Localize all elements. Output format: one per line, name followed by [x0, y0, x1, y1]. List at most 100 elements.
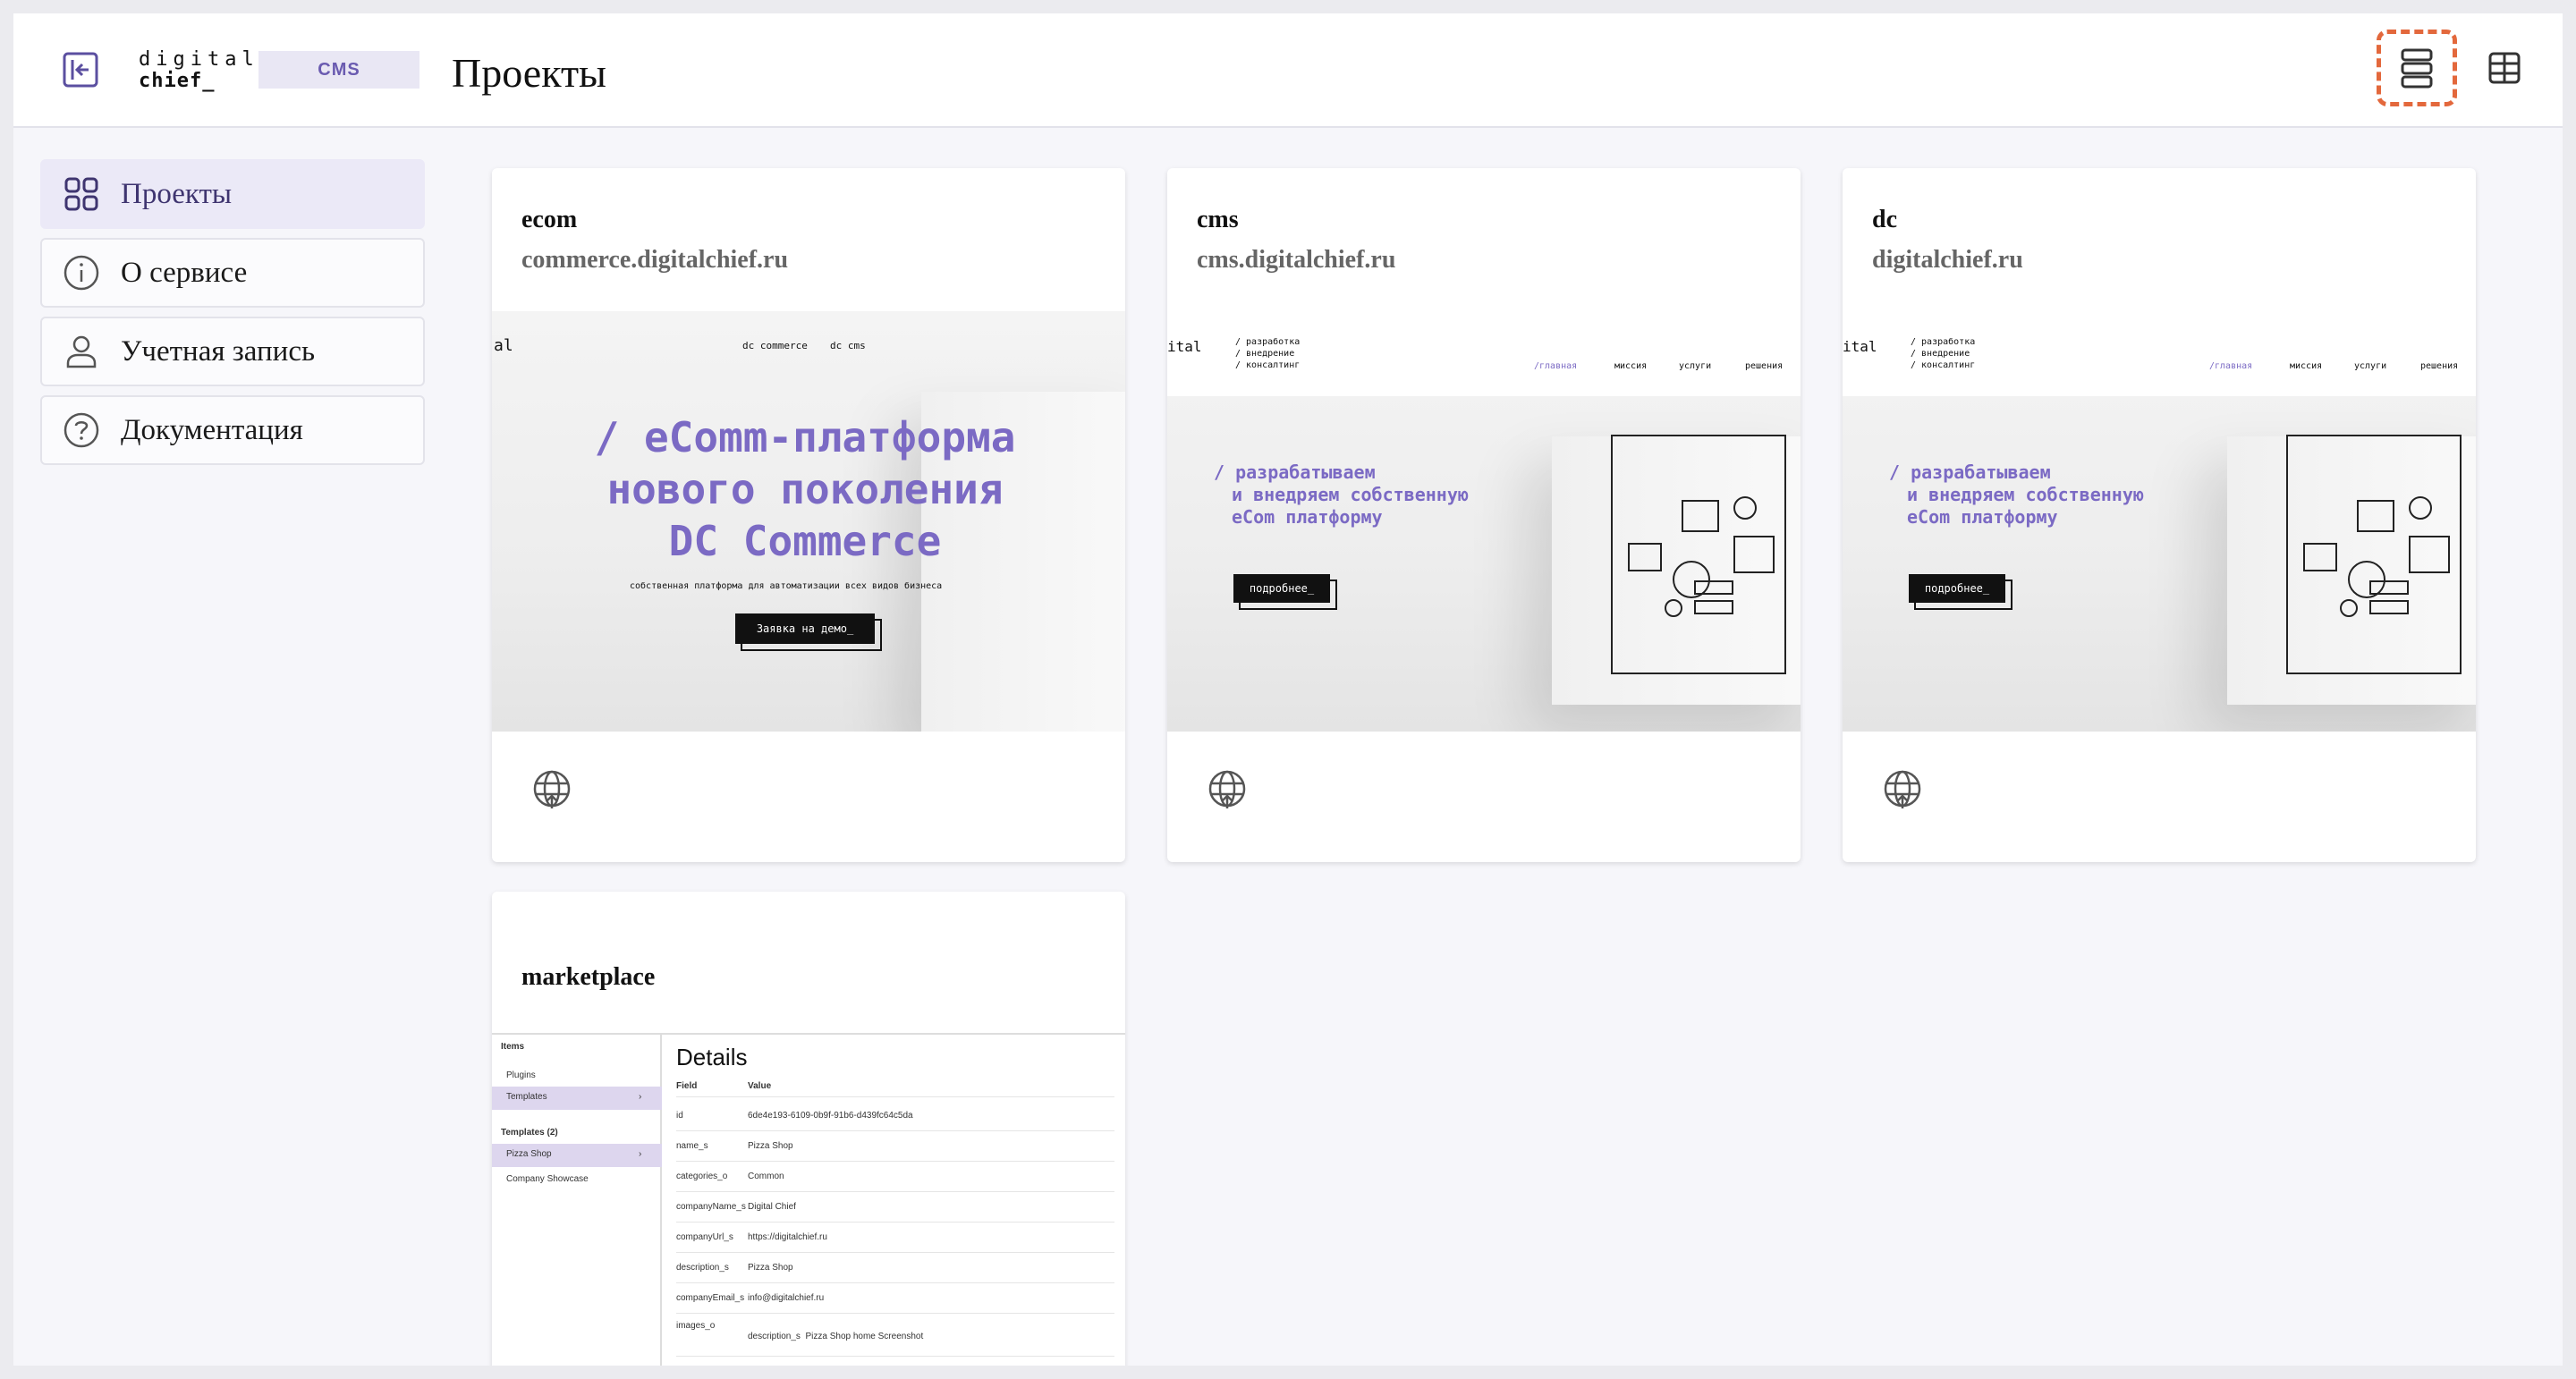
preview-tagline: / разработка / внедрение / консалтинг: [1911, 336, 1975, 371]
globe-icon[interactable]: [530, 767, 573, 810]
preview-headline-line: DC Commerce: [668, 517, 942, 565]
row-value: 6de4e193-6109-0b9f-91b6-d439fc64c5da: [748, 1111, 913, 1121]
preview-menu-item: миссия: [1614, 361, 1648, 371]
preview-tagline-line: / разработка: [1235, 337, 1301, 347]
preview-headline-line: / разрабатываем: [1214, 461, 1376, 483]
table-row: name_s Pizza Shop: [676, 1131, 1114, 1162]
row-key: name_s: [676, 1141, 708, 1151]
preview-menu-item: услуги: [2354, 361, 2387, 371]
logo-line1: digital: [139, 48, 259, 71]
row-key: categories_o: [676, 1172, 728, 1181]
table-row: companyName_s Digital Chief: [676, 1192, 1114, 1222]
preview-illustration: [2286, 435, 2462, 674]
row-value: info@digitalchief.ru: [748, 1293, 825, 1303]
project-preview: al dc commerce dc cms / eComm-платформа …: [492, 311, 1125, 732]
preview-menu-item: решения: [1745, 361, 1784, 371]
preview-headline-line: / разрабатываем: [1889, 461, 2051, 483]
nested-key: description_s: [748, 1332, 801, 1341]
sidebar: Проекты О сервисе Учетная запись Докумен…: [40, 159, 425, 474]
preview-menu-item: dc commerce: [742, 340, 808, 351]
row-value: Digital Chief: [748, 1202, 796, 1212]
preview-templates-title: Templates (2): [501, 1128, 558, 1138]
grid-icon: [62, 174, 101, 214]
project-preview: ital / разработка / внедрение / консалти…: [1843, 311, 2476, 732]
project-name: cms: [1197, 206, 1239, 233]
row-value: Pizza Shop: [748, 1141, 793, 1151]
sidebar-item-label: Учетная запись: [121, 334, 316, 368]
preview-headline-line: нового поколения: [606, 465, 1004, 513]
preview-table-header: Field Value: [676, 1076, 1114, 1097]
project-name: marketplace: [521, 963, 656, 991]
preview-tagline-line: / консалтинг: [1235, 360, 1301, 370]
project-url[interactable]: digitalchief.ru: [1872, 246, 2023, 275]
cms-badge: CMS: [258, 51, 419, 89]
chevron-right-icon: ›: [639, 1149, 642, 1159]
globe-icon[interactable]: [1881, 767, 1924, 810]
preview-headline-line: eCom платформу: [1232, 506, 1383, 528]
table-row: companyUrl_s https://digitalchief.ru: [676, 1222, 1114, 1253]
preview-logo: ital: [1167, 338, 1202, 355]
preview-sidebar: Items Plugins Templates › Templates (2) …: [492, 1035, 662, 1366]
row-key: id: [676, 1111, 683, 1121]
preview-template-item: Pizza Shop: [506, 1149, 552, 1159]
preview-logo: ital: [1843, 338, 1877, 355]
nested-value: Pizza Shop home Screenshot: [805, 1332, 924, 1341]
preview-more-button: подробнее_: [1233, 574, 1337, 610]
row-value: Common: [748, 1172, 784, 1181]
preview-side-item: Templates: [506, 1092, 547, 1102]
help-icon: [62, 410, 101, 450]
row-key: description_s: [676, 1263, 729, 1273]
sidebar-item-account[interactable]: Учетная запись: [40, 317, 425, 386]
grid-view-icon: [2488, 52, 2521, 84]
row-key: companyName_s: [676, 1202, 746, 1212]
sidebar-item-label: Проекты: [121, 177, 233, 210]
collapse-sidebar-icon[interactable]: [60, 49, 101, 90]
globe-icon[interactable]: [1206, 767, 1249, 810]
sidebar-item-label: О сервисе: [121, 256, 248, 289]
sidebar-item-label: Документация: [121, 413, 303, 446]
project-card-marketplace[interactable]: marketplace Items Plugins Templates › Te…: [492, 892, 1125, 1366]
preview-subtitle: собственная платформа для автоматизации …: [630, 581, 943, 591]
preview-headline: / eComm-платформа нового поколения DC Co…: [528, 411, 1082, 567]
project-card-cms[interactable]: cms cms.digitalchief.ru ital / разработк…: [1167, 168, 1801, 862]
row-key: images_o: [676, 1321, 716, 1331]
chevron-right-icon: ›: [639, 1092, 642, 1102]
project-url[interactable]: cms.digitalchief.ru: [1197, 246, 1395, 275]
preview-menu-item: dc cms: [830, 340, 866, 351]
sidebar-item-projects[interactable]: Проекты: [40, 159, 425, 229]
table-row: images_o description_s Pizza Shop home S…: [676, 1314, 1114, 1357]
preview-headline-line: eCom платформу: [1907, 506, 2058, 528]
preview-headline-line: и внедряем собственную: [1907, 484, 2144, 505]
project-card-dc[interactable]: dc digitalchief.ru ital / разработка / в…: [1843, 168, 2476, 862]
preview-details-title: Details: [676, 1044, 748, 1070]
preview-tagline: / разработка / внедрение / консалтинг: [1235, 336, 1300, 371]
preview-menu-item: услуги: [1679, 361, 1712, 371]
row-value: https://digitalchief.ru: [748, 1232, 827, 1242]
row-key: companyEmail_s: [676, 1293, 745, 1303]
preview-menu-item: /главная: [2209, 361, 2253, 371]
logo[interactable]: digital chief_: [139, 49, 259, 92]
preview-tagline-line: / консалтинг: [1911, 360, 1976, 370]
project-url[interactable]: commerce.digitalchief.ru: [521, 246, 788, 275]
project-name: ecom: [521, 206, 578, 233]
project-card-ecom[interactable]: ecom commerce.digitalchief.ru al dc comm…: [492, 168, 1125, 862]
grid-view-button[interactable]: [2484, 47, 2525, 89]
preview-more-button: подробнее_: [1909, 574, 2012, 610]
preview-logo: al: [494, 336, 513, 355]
list-view-button[interactable]: [2377, 30, 2457, 106]
preview-menu-item: миссия: [2290, 361, 2323, 371]
preview-tagline-line: / внедрение: [1235, 349, 1295, 359]
table-row: id 6de4e193-6109-0b9f-91b6-d439fc64c5da: [676, 1101, 1114, 1131]
preview-side-item: Plugins: [506, 1070, 536, 1080]
preview-menu-item: решения: [2420, 361, 2459, 371]
page-title: Проекты: [452, 50, 606, 96]
preview-col-value: Value: [748, 1081, 772, 1091]
preview-headline-line: / eComm-платформа: [594, 413, 1016, 461]
preview-template-item: Company Showcase: [506, 1174, 589, 1184]
sidebar-item-docs[interactable]: Документация: [40, 395, 425, 465]
sidebar-item-about[interactable]: О сервисе: [40, 238, 425, 308]
preview-headline: / разрабатываем и внедряем собственную e…: [1214, 461, 1469, 529]
row-value: Pizza Shop: [748, 1263, 793, 1273]
preview-items-title: Items: [501, 1042, 525, 1052]
top-bar: digital chief_ CMS Проекты: [13, 13, 2563, 128]
